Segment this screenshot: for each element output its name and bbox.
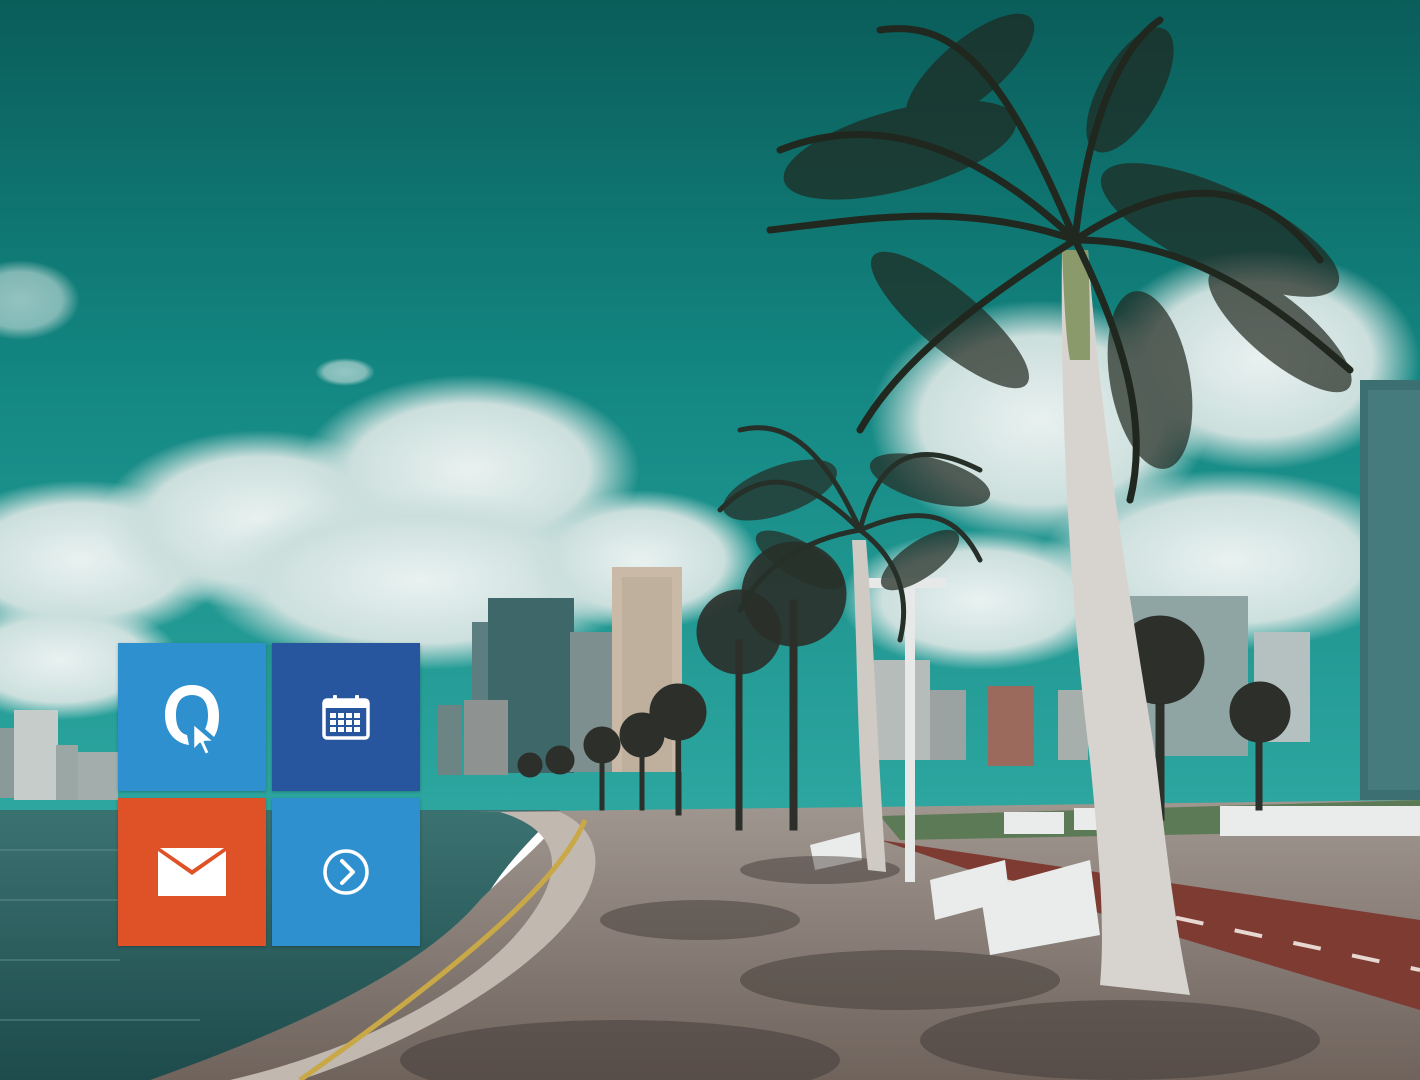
calendar-icon xyxy=(322,695,370,740)
mail-tile[interactable] xyxy=(118,798,266,946)
calendar-tile[interactable] xyxy=(272,643,420,791)
qa-app-tile[interactable] xyxy=(118,643,266,791)
envelope-icon xyxy=(158,848,226,896)
start-tiles-grid xyxy=(118,643,421,946)
next-tile[interactable] xyxy=(272,798,420,946)
chevron-right-circle-icon xyxy=(323,849,369,895)
desktop-background xyxy=(0,0,1420,1080)
q-logo-cursor-icon xyxy=(165,685,219,757)
